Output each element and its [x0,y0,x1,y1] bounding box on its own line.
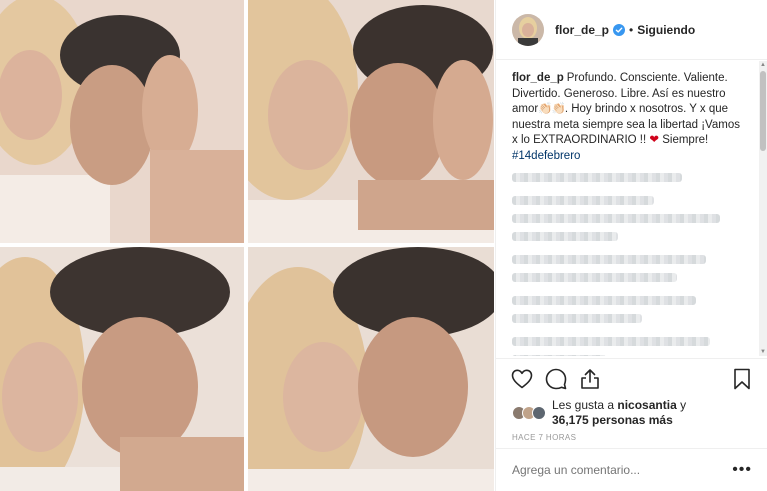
bookmark-icon [734,368,750,389]
photo-bottom-left [0,247,244,491]
hashtag-link[interactable]: #14defebrero [512,150,580,162]
liker-username[interactable]: nicosantia [617,398,676,412]
photo-bottom-right [248,247,494,491]
heart-emoji: ❤ [649,134,660,146]
likes-prefix: Les gusta a [552,398,618,412]
blurred-comment-line [512,214,720,223]
following-button[interactable]: Siguiendo [637,23,695,37]
likes-text: Les gusta a nicosantia y 36,175 personas… [552,398,686,428]
blurred-comment-line [512,314,642,323]
like-button[interactable] [510,367,534,391]
blurred-comment-line [512,255,706,264]
scroll-thumb[interactable] [760,71,766,151]
scroll-up-arrow-icon[interactable]: ▲ [759,61,767,69]
comments-scrollbar[interactable]: ▲ ▼ [759,61,767,356]
comment-bubble-icon [545,368,567,389]
blurred-comment-line [512,173,682,182]
caption-username[interactable]: flor_de_p [512,72,564,84]
post-timestamp[interactable]: HACE 7 HORAS [512,433,576,442]
likes-summary: Les gusta a nicosantia y 36,175 personas… [512,396,762,430]
caption-text-3: Siempre! [659,134,709,146]
add-comment-section: ••• [496,448,767,491]
blurred-comment-line [512,355,607,356]
post-header: flor_de_p • Siguiendo [496,0,767,60]
likes-suffix: y [676,398,687,412]
save-button[interactable] [730,367,754,391]
post-actions-bar [496,358,767,398]
comment-input[interactable] [512,463,733,477]
likes-count[interactable]: 36,175 personas más [552,413,673,427]
blurred-comment-line [512,196,654,205]
scroll-down-arrow-icon[interactable]: ▼ [759,348,767,356]
share-arrow-icon [581,368,599,389]
share-button[interactable] [578,367,602,391]
verified-badge-icon [613,23,626,36]
post-side-panel: flor_de_p • Siguiendo flor_de_p Profundo.… [495,0,767,491]
blurred-comments [512,173,748,356]
blurred-comment-line [512,273,678,282]
post-photo-grid[interactable] [0,0,494,491]
comment-button[interactable] [544,367,568,391]
liker-avatars[interactable] [512,406,546,420]
heart-outline-icon [511,369,533,388]
comments-area[interactable]: flor_de_p Profundo. Consciente. Valiente.… [496,61,762,356]
header-separator: • [629,22,634,37]
clapping-hands-emoji: 👏🏻👏🏻 [538,103,566,115]
blurred-comment-line [512,337,711,346]
photo-top-right [248,0,494,243]
caption: flor_de_p Profundo. Consciente. Valiente.… [512,71,748,164]
liker-avatar [532,406,546,420]
author-avatar[interactable] [512,13,544,46]
blurred-comment-line [512,296,697,305]
blurred-comment-line [512,232,619,241]
photo-top-left [0,0,244,243]
author-username[interactable]: flor_de_p [555,23,609,37]
more-options-icon[interactable]: ••• [732,461,752,479]
